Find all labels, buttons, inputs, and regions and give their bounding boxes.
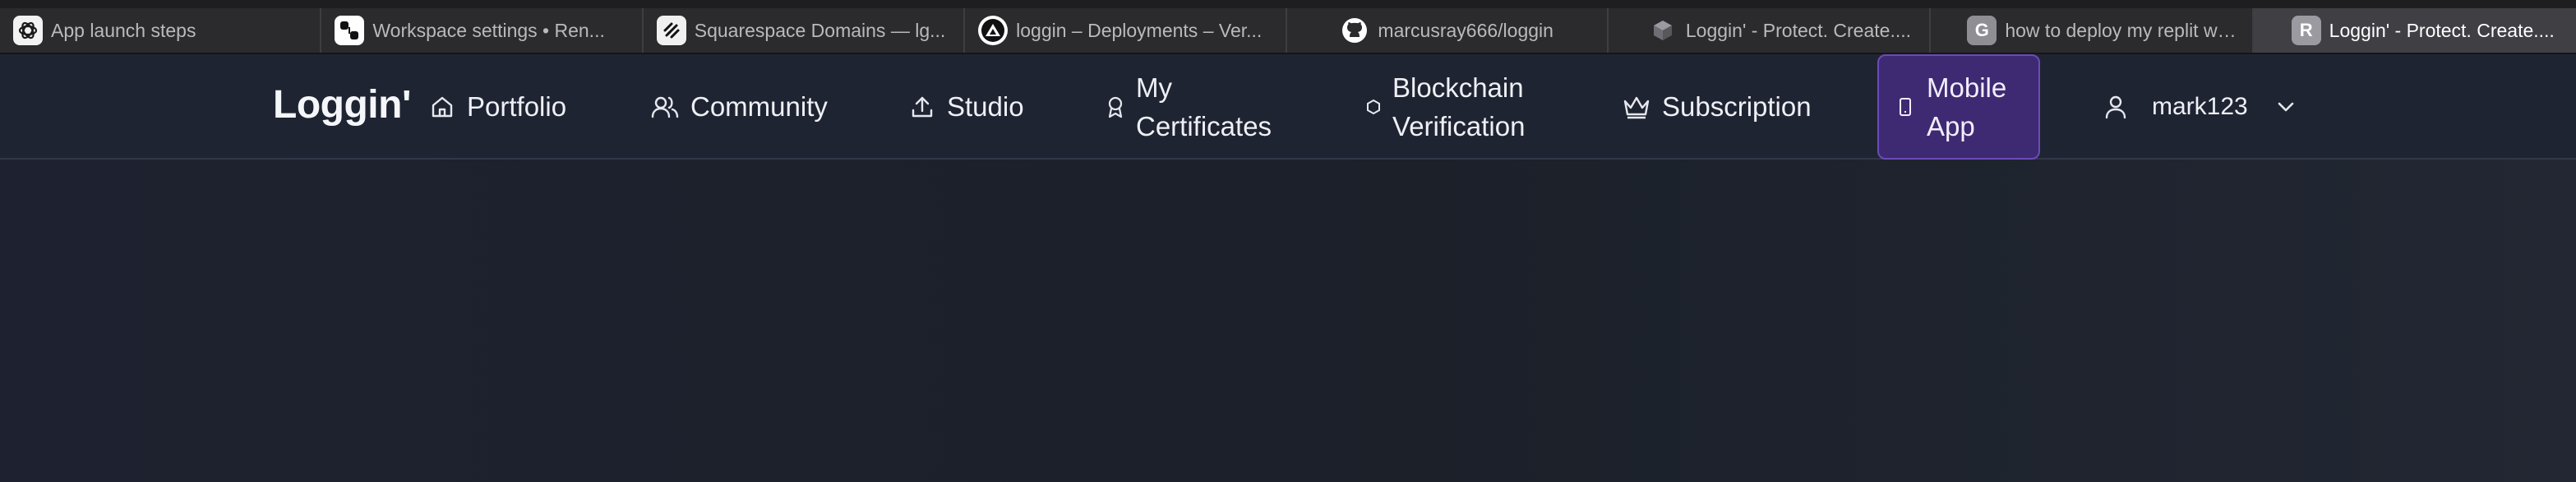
home-icon [429, 94, 455, 120]
tab-title: loggin – Deployments – Ver... [1016, 19, 1263, 41]
nav-label: Subscription [1662, 91, 1812, 122]
tab-title: marcusray666/loggin [1378, 19, 1553, 41]
browser-tab-strip: App launch steps Workspace settings • Re… [0, 0, 2576, 54]
browser-tab-squarespace-domains[interactable]: Squarespace Domains — lg... [644, 8, 966, 53]
brand-logo[interactable]: Loggin' [273, 82, 411, 127]
user-menu[interactable]: mark123 [2104, 87, 2296, 127]
browser-tab-github-repo[interactable]: marcusray666/loggin [1287, 8, 1609, 53]
tab-title: Squarespace Domains — lg... [694, 19, 946, 41]
nav-item-portfolio[interactable]: Portfolio [429, 87, 566, 126]
r-letter-icon: R [2291, 16, 2321, 45]
g-letter-icon: G [1967, 16, 1997, 45]
username: mark123 [2152, 93, 2248, 120]
nav-item-blockchain-verification[interactable]: Blockchain Verification [1366, 68, 1557, 146]
vercel-icon [978, 16, 1009, 45]
app-viewport: Loggin' Portfolio Community Studio My Ce… [0, 54, 2576, 482]
top-navbar: Loggin' Portfolio Community Studio My Ce… [0, 54, 2576, 160]
tab-title: how to deploy my replit we... [2005, 19, 2239, 41]
nav-item-my-certificates[interactable]: My Certificates [1106, 68, 1300, 146]
openai-icon [13, 16, 43, 45]
nav-item-studio[interactable]: Studio [909, 87, 1024, 126]
github-icon [1340, 16, 1369, 45]
cube-icon [1648, 16, 1678, 45]
user-icon [2104, 94, 2127, 120]
nav-label: Blockchain Verification [1392, 72, 1526, 141]
fav-letter: R [2299, 20, 2313, 40]
nav-label: Portfolio [467, 91, 567, 122]
squarespace-icon [656, 16, 686, 45]
nav-label: My Certificates [1136, 72, 1272, 141]
hexagon-icon [1366, 99, 1381, 115]
nav-label: Community [690, 91, 828, 122]
tab-title: Loggin' - Protect. Create.... [1685, 19, 1912, 41]
nav-label: Mobile App [1927, 72, 2007, 141]
browser-tab-vercel-deployments[interactable]: loggin – Deployments – Ver... [965, 8, 1287, 53]
award-icon [1106, 95, 1124, 118]
crown-icon [1623, 95, 1650, 119]
smartphone-icon [1899, 97, 1912, 117]
nav-item-subscription[interactable]: Subscription [1623, 87, 1812, 126]
browser-tab-deploy-replit[interactable]: G how to deploy my replit we... [1931, 8, 2254, 53]
tab-title: App launch steps [51, 19, 196, 41]
chevron-down-icon[interactable] [2276, 100, 2296, 114]
nav-label: Studio [947, 91, 1024, 122]
users-icon [651, 94, 679, 120]
upload-icon [909, 94, 935, 120]
tab-title: Loggin' - Protect. Create.... [2329, 19, 2555, 41]
browser-tab-loggin-active[interactable]: R Loggin' - Protect. Create.... [2253, 8, 2576, 53]
render-icon [335, 16, 365, 45]
nav-item-community[interactable]: Community [651, 87, 828, 126]
browser-tab-loggin-1[interactable]: Loggin' - Protect. Create.... [1609, 8, 1932, 53]
browser-tab-workspace-settings[interactable]: Workspace settings • Ren... [321, 8, 644, 53]
tab-title: Workspace settings • Ren... [372, 19, 605, 41]
browser-tab-app-launch-steps[interactable]: App launch steps [0, 8, 322, 53]
nav-item-mobile-app[interactable]: Mobile App [1877, 54, 2040, 160]
fav-letter: G [1974, 20, 1989, 40]
